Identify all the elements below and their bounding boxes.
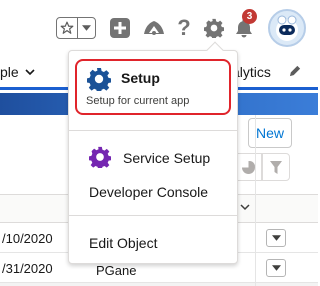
setup-menu-dropdown: Setup Setup for current app Service Setu… [68,41,238,264]
question-icon: ? [177,15,191,40]
edit-nav-button[interactable] [289,64,302,82]
caret-down-icon [271,235,281,241]
row-actions-button[interactable] [266,229,286,247]
developer-console-menu-item[interactable]: Developer Console [69,177,237,207]
star-icon [60,21,74,34]
favorites-group [56,17,96,39]
row-date: /31/2020 [2,261,53,276]
favorites-list-button[interactable] [78,18,95,38]
chart-button[interactable] [234,153,262,181]
column-divider [255,115,256,286]
user-avatar[interactable] [268,9,306,47]
setup-subtitle: Setup for current app [86,95,190,107]
favorites-star-button[interactable] [57,18,79,38]
caret-down-icon [271,265,281,271]
trailhead-icon [144,21,164,35]
chevron-down-icon [25,68,35,75]
service-setup-label: Service Setup [123,150,211,166]
global-header: ? 3 [0,0,318,52]
notification-count-badge: 3 [242,9,257,24]
row-owner: PGane [96,263,137,278]
nav-tab-left[interactable]: ple [0,64,35,80]
setup-gear-button[interactable] [202,16,226,40]
filter-button[interactable] [262,153,290,181]
pie-chart-icon [241,160,255,174]
trailhead-button[interactable] [142,16,166,40]
service-setup-menu-item[interactable]: Service Setup [69,143,237,173]
row-date: /10/2020 [2,231,53,246]
setup-menu-item[interactable]: Setup Setup for current app [75,59,231,115]
row-actions-button[interactable] [266,259,286,277]
astro-avatar-icon [276,15,298,41]
menu-divider [69,215,237,216]
menu-divider [69,130,237,131]
global-actions-button[interactable] [108,16,132,40]
gear-icon [204,18,224,38]
edit-object-label: Edit Object [89,235,158,251]
setup-gear-icon [87,68,111,91]
help-button[interactable]: ? [172,15,196,40]
setup-title: Setup [121,70,160,86]
column-sort-chevron-icon[interactable] [240,204,250,211]
plus-square-icon [110,18,130,38]
developer-console-label: Developer Console [89,184,209,200]
caret-down-icon [82,25,92,31]
edit-object-menu-item[interactable]: Edit Object [69,228,237,258]
filter-icon [270,160,282,174]
pencil-icon [289,65,301,77]
service-setup-gear-icon [89,146,111,168]
nav-tab-left-label: ple [0,64,19,80]
